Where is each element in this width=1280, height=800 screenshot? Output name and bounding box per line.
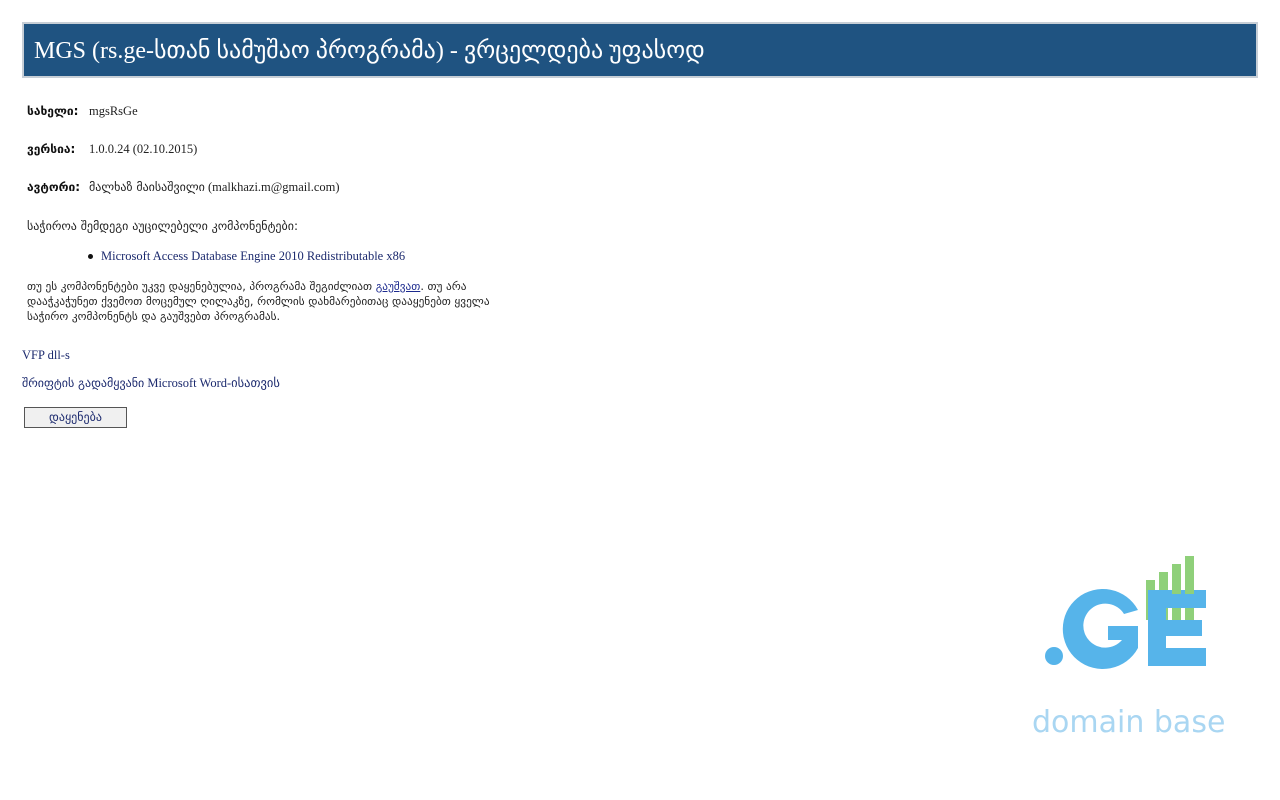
name-value: mgsRsGe: [89, 103, 138, 118]
version-value: 1.0.0.24 (02.10.2015): [89, 141, 198, 156]
version-label: ვერსია:: [27, 142, 76, 156]
logo-letter-g: [1062, 589, 1138, 669]
requirements-list: Microsoft Access Database Engine 2010 Re…: [87, 248, 405, 264]
author-name: მალხაზ მაისაშვილი: [89, 179, 205, 194]
logo-text: domain base: [1032, 705, 1226, 740]
install-button[interactable]: დაყენება: [24, 407, 127, 428]
logo-bar-4-overlay: [1185, 556, 1194, 594]
author-value: მალხაზ მაისაშვილი (malkhazi.m@gmail.com): [89, 180, 340, 195]
info-row-name: სახელი: mgsRsGe: [27, 101, 138, 121]
logo-dot: [1045, 647, 1063, 665]
author-label: ავტორი:: [27, 180, 81, 194]
logo-letter-e: [1148, 590, 1206, 666]
logo-bar-3-overlay: [1172, 564, 1181, 594]
requirement-item-access-engine[interactable]: Microsoft Access Database Engine 2010 Re…: [87, 248, 405, 264]
author-email: (malkhazi.m@gmail.com): [207, 179, 340, 194]
instructions-note: თუ ეს კომპონენტები უკვე დაყენებულია, პრო…: [27, 279, 527, 324]
run-program-link[interactable]: გაუშვათ: [376, 280, 421, 293]
info-row-author: ავტორი: მალხაზ მაისაშვილი (malkhazi.m@gm…: [27, 177, 340, 197]
note-text-start: თუ ეს კომპონენტები უკვე დაყენებულია, პრო…: [27, 280, 376, 293]
font-converter-link[interactable]: შრიფტის გადამყვანი Microsoft Word-ისათვი…: [22, 375, 280, 391]
font-converter-label-rest: Microsoft Word-ისათვის: [144, 376, 280, 390]
font-converter-label-geo: შრიფტის გადამყვანი: [22, 376, 145, 390]
requirements-intro: საჭიროა შემდეგი აუცილებელი კომპონენტები:: [27, 219, 298, 233]
info-row-version: ვერსია: 1.0.0.24 (02.10.2015): [27, 139, 197, 159]
page: MGS (rs.ge-სთან სამუშაო პროგრამა) - ვრცე…: [0, 0, 1280, 800]
header-bar: MGS (rs.ge-სთან სამუშაო პროგრამა) - ვრცე…: [22, 22, 1258, 78]
page-title: MGS (rs.ge-სთან სამუშაო პროგრამა) - ვრცე…: [34, 38, 705, 64]
vfp-dll-link[interactable]: VFP dll-s: [22, 348, 70, 363]
name-label: სახელი:: [27, 104, 79, 118]
